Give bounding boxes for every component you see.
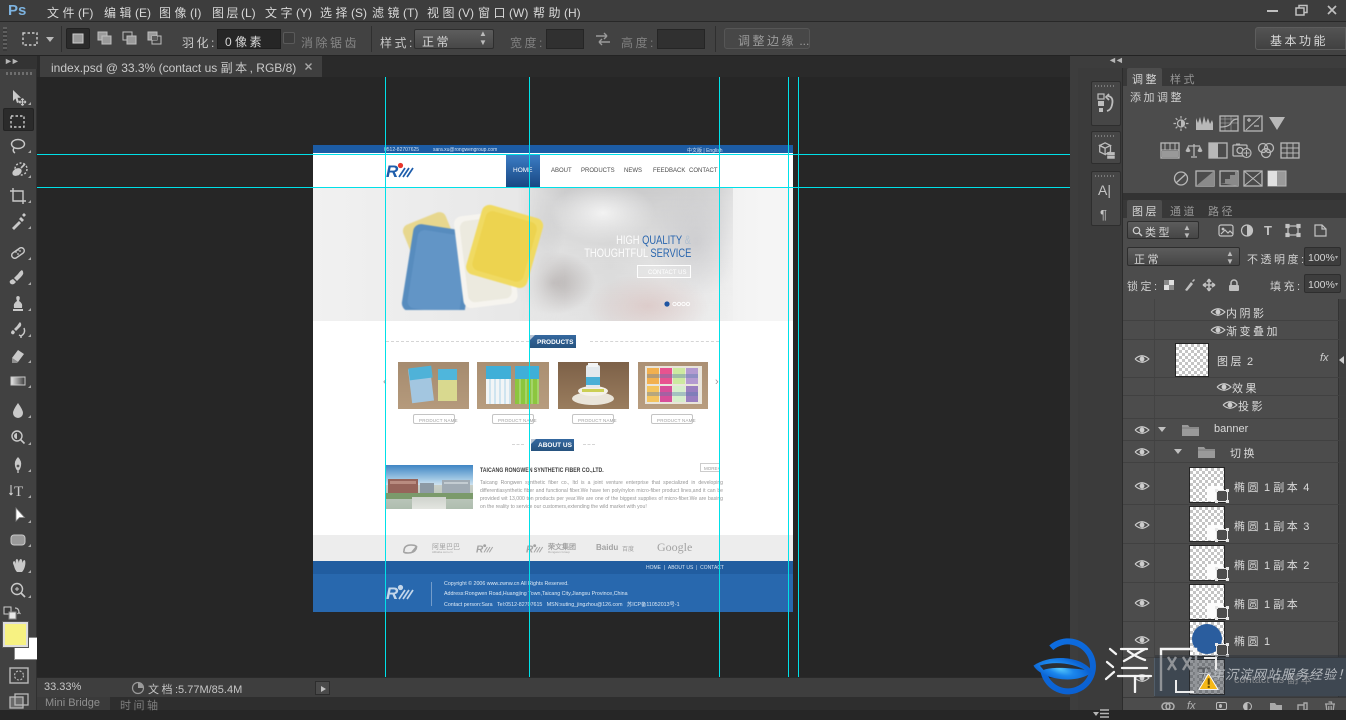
svg-text:T: T: [1264, 223, 1272, 238]
svg-text:R: R: [386, 584, 399, 603]
svg-text:T: T: [14, 484, 23, 500]
svg-text:R: R: [526, 544, 534, 555]
svg-text:R: R: [476, 544, 484, 555]
svg-text:R: R: [386, 162, 399, 181]
